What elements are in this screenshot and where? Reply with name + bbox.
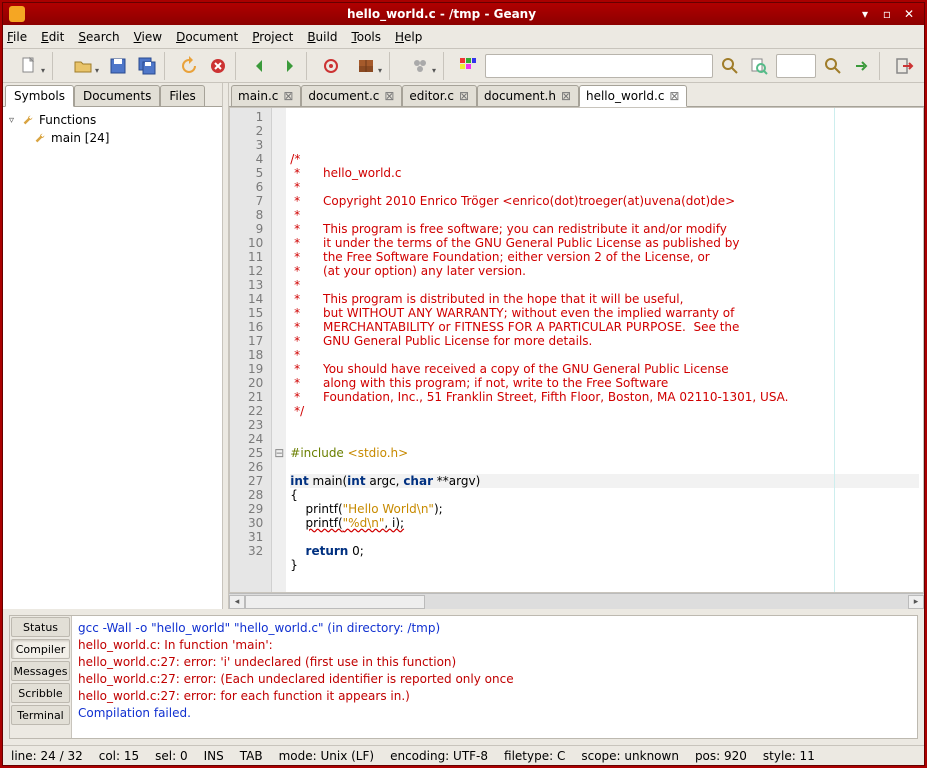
editor-tab-hello_world-c[interactable]: hello_world.c ⊠ — [579, 85, 687, 107]
compiler-message[interactable]: Compilation failed. — [78, 705, 911, 722]
nav-back-button[interactable] — [246, 52, 274, 80]
status-pos: pos: 920 — [687, 749, 755, 763]
open-file-button[interactable] — [63, 52, 103, 80]
menu-document[interactable]: Document — [176, 30, 238, 44]
tree-label: Functions — [39, 113, 96, 127]
compiler-message[interactable]: hello_world.c: In function 'main': — [78, 637, 911, 654]
build-button[interactable] — [346, 52, 386, 80]
message-tab-compiler[interactable]: Compiler — [11, 639, 70, 659]
status-sel: sel: 0 — [147, 749, 195, 763]
tab-close-icon[interactable]: ⊠ — [560, 89, 572, 103]
new-file-button[interactable] — [9, 52, 49, 80]
menu-help[interactable]: Help — [395, 30, 422, 44]
find-button[interactable] — [716, 52, 744, 80]
code-content[interactable]: /* * hello_world.c * * Copyright 2010 En… — [286, 108, 923, 592]
run-button[interactable] — [400, 52, 440, 80]
goto-line-find-button[interactable] — [819, 52, 847, 80]
tab-close-icon[interactable]: ⊠ — [458, 89, 470, 103]
message-tab-messages[interactable]: Messages — [11, 661, 70, 681]
close-button[interactable]: ✕ — [900, 6, 918, 22]
compiler-output[interactable]: gcc -Wall -o "hello_world" "hello_world.… — [72, 616, 917, 738]
status-encoding: encoding: UTF-8 — [382, 749, 496, 763]
tab-close-icon[interactable]: ⊠ — [668, 89, 680, 103]
tree-node-main[interactable]: main [24] — [5, 129, 220, 147]
compiler-message[interactable]: hello_world.c:27: error: for each functi… — [78, 688, 911, 705]
compiler-message[interactable]: hello_world.c:27: error: (Each undeclare… — [78, 671, 911, 688]
sidebar-tab-files[interactable]: Files — [160, 85, 204, 107]
tab-label: editor.c — [409, 89, 454, 103]
scroll-left-arrow[interactable]: ◂ — [229, 595, 245, 609]
nav-forward-button[interactable] — [275, 52, 303, 80]
search-entry[interactable] — [485, 54, 713, 78]
tab-label: hello_world.c — [586, 89, 664, 103]
fold-margin[interactable]: ⊟ — [272, 108, 286, 592]
status-style: style: 11 — [755, 749, 823, 763]
menu-search[interactable]: Search — [78, 30, 119, 44]
status-tab: TAB — [232, 749, 271, 763]
message-tabs: StatusCompilerMessagesScribbleTerminal — [10, 616, 72, 738]
tab-close-icon[interactable]: ⊠ — [383, 89, 395, 103]
status-ins: INS — [196, 749, 232, 763]
editor-tab-editor-c[interactable]: editor.c ⊠ — [402, 85, 477, 107]
quit-button[interactable] — [890, 52, 918, 80]
toolbar — [3, 49, 924, 83]
status-col: col: 15 — [91, 749, 147, 763]
sidebar-tab-symbols[interactable]: Symbols — [5, 85, 74, 107]
save-button[interactable] — [104, 52, 132, 80]
editor-tabs: main.c⊠document.c⊠editor.c⊠document.h⊠he… — [229, 83, 924, 107]
tab-label: document.h — [484, 89, 556, 103]
titlebar: hello_world.c - /tmp - Geany ▾ ▫ ✕ — [3, 3, 924, 25]
horizontal-scrollbar[interactable]: ◂ ▸ — [229, 593, 924, 609]
compiler-message[interactable]: hello_world.c:27: error: 'i' undeclared … — [78, 654, 911, 671]
editor-tab-document-h[interactable]: document.h ⊠ — [477, 85, 579, 107]
long-line-marker — [834, 108, 835, 592]
status-scope: scope: unknown — [573, 749, 687, 763]
tree-label: main [24] — [51, 131, 109, 145]
sidebar-tab-documents[interactable]: Documents — [74, 85, 160, 107]
reload-button[interactable] — [175, 52, 203, 80]
find-in-files-button[interactable] — [745, 52, 773, 80]
save-all-button[interactable] — [133, 52, 161, 80]
editor-tab-document-c[interactable]: document.c ⊠ — [301, 85, 402, 107]
menubar: File Edit Search View Document Project B… — [3, 25, 924, 49]
tab-close-icon[interactable]: ⊠ — [282, 89, 294, 103]
tab-label: document.c — [308, 89, 379, 103]
menu-view[interactable]: View — [134, 30, 162, 44]
tab-label: main.c — [238, 89, 278, 103]
tree-node-functions[interactable]: ▿ Functions — [5, 111, 220, 129]
message-panel: StatusCompilerMessagesScribbleTerminal g… — [9, 615, 918, 739]
compile-button[interactable] — [317, 52, 345, 80]
menu-tools[interactable]: Tools — [351, 30, 381, 44]
line-number-margin: 1234567891011121314151617181920212223242… — [230, 108, 272, 592]
app-window: hello_world.c - /tmp - Geany ▾ ▫ ✕ File … — [2, 2, 925, 766]
goto-line-entry[interactable] — [776, 54, 816, 78]
window-title: hello_world.c - /tmp - Geany — [31, 7, 852, 21]
sidebar-tabs: Symbols Documents Files — [3, 83, 222, 107]
statusbar: line: 24 / 32 col: 15 sel: 0 INS TAB mod… — [3, 745, 924, 765]
color-chooser-button[interactable] — [454, 52, 482, 80]
scroll-thumb[interactable] — [245, 595, 425, 609]
status-line: line: 24 / 32 — [3, 749, 91, 763]
message-tab-scribble[interactable]: Scribble — [11, 683, 70, 703]
symbols-tree[interactable]: ▿ Functions main [24] — [3, 107, 222, 609]
editor-tab-main-c[interactable]: main.c ⊠ — [231, 85, 301, 107]
message-tab-status[interactable]: Status — [11, 617, 70, 637]
goto-line-button[interactable] — [848, 52, 876, 80]
close-file-button[interactable] — [204, 52, 232, 80]
scroll-right-arrow[interactable]: ▸ — [908, 595, 924, 609]
minimize-button[interactable]: ▾ — [856, 6, 874, 22]
status-mode: mode: Unix (LF) — [271, 749, 382, 763]
app-icon — [9, 6, 25, 22]
menu-file[interactable]: File — [7, 30, 27, 44]
sidebar: Symbols Documents Files ▿ Functions main… — [3, 83, 223, 609]
editor-area: main.c⊠document.c⊠editor.c⊠document.h⊠he… — [229, 83, 924, 609]
message-tab-terminal[interactable]: Terminal — [11, 705, 70, 725]
menu-project[interactable]: Project — [252, 30, 293, 44]
menu-build[interactable]: Build — [307, 30, 337, 44]
code-editor[interactable]: 1234567891011121314151617181920212223242… — [229, 107, 924, 593]
status-filetype: filetype: C — [496, 749, 573, 763]
menu-edit[interactable]: Edit — [41, 30, 64, 44]
maximize-button[interactable]: ▫ — [878, 6, 896, 22]
compiler-message[interactable]: gcc -Wall -o "hello_world" "hello_world.… — [78, 620, 911, 637]
